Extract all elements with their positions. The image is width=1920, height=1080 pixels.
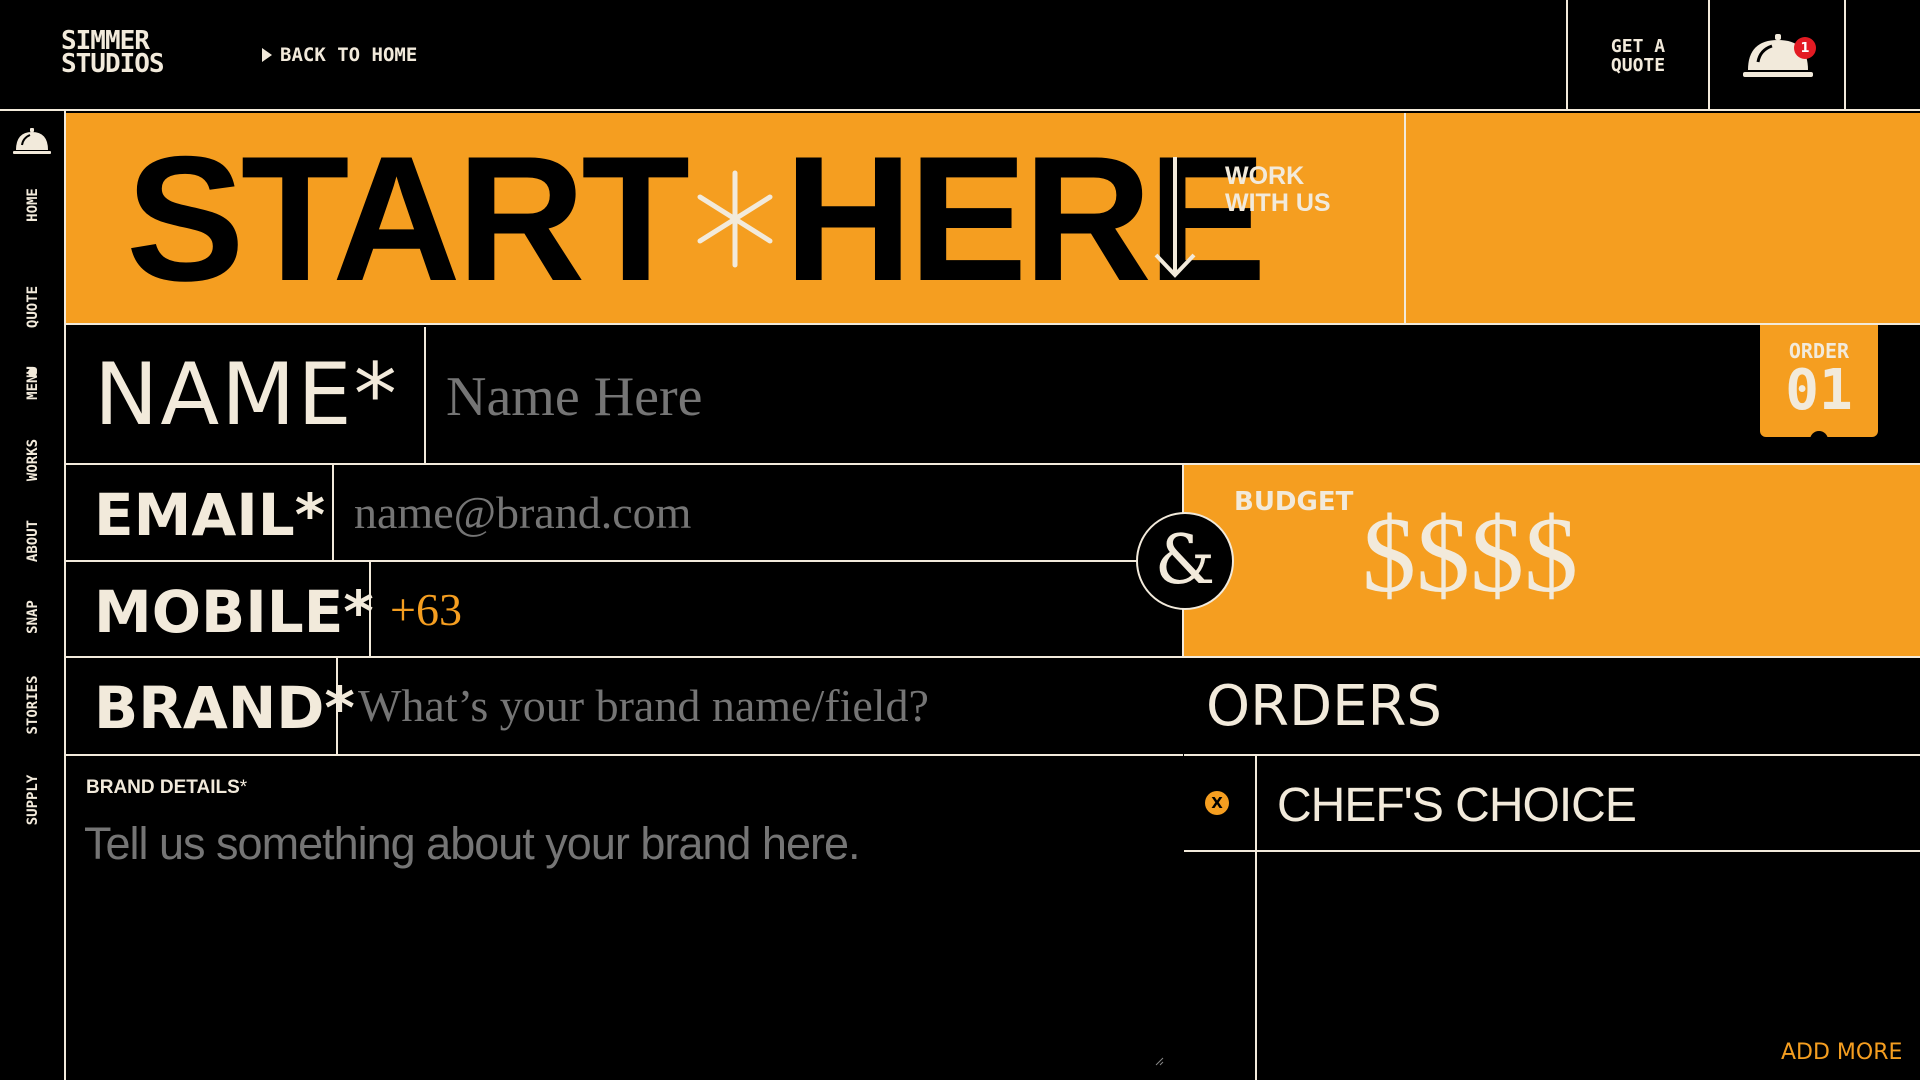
sidebar-item-about[interactable]: ABOUT — [25, 520, 41, 562]
order-tab-number: 01 — [1785, 358, 1853, 423]
divider — [369, 562, 371, 656]
name-row: NAME* — [66, 327, 1920, 465]
name-input[interactable] — [446, 357, 1746, 437]
back-to-home-link[interactable]: BACK TO HOME — [262, 44, 417, 66]
subtitle-line-1: WORK — [1225, 162, 1305, 190]
cloche-icon[interactable] — [12, 127, 52, 157]
subtitle-line-2: WITH US — [1225, 189, 1331, 217]
divider — [424, 327, 426, 463]
order-cloche-button[interactable] — [1710, 0, 1846, 111]
divider — [332, 465, 334, 560]
divider — [1844, 0, 1846, 111]
quote-line-1: GET A — [1610, 35, 1666, 57]
sidebar-item-works[interactable]: WORKS — [25, 439, 41, 481]
cart-count-badge: 1 — [1794, 37, 1816, 59]
sidebar-item-menu[interactable]: MENU — [25, 366, 41, 400]
sidebar-item-snap[interactable]: SNAP — [25, 600, 41, 634]
mobile-row: MOBILE* — [66, 562, 1183, 658]
required-mark: * — [239, 777, 248, 798]
details-label-text: BRAND DETAILS — [86, 777, 240, 798]
arrow-down-icon — [1154, 157, 1196, 278]
top-bar: SIMMER STUDIOS BACK TO HOME GET A QUOTE … — [0, 0, 1920, 111]
title-start: START — [126, 119, 690, 318]
name-label: NAME* — [94, 345, 399, 445]
order-item: X CHEF'S CHOICE — [1184, 756, 1920, 852]
sidebar-item-stories[interactable]: STORIES — [25, 675, 41, 734]
hero-subtitle: WORK WITH US — [1225, 163, 1331, 217]
sidebar: HOME QUOTE MENU WORKS ABOUT SNAP STORIES… — [0, 111, 66, 1080]
back-to-home-label: BACK TO HOME — [280, 44, 418, 66]
orders-header: ORDERS — [1184, 658, 1920, 756]
divider — [1404, 113, 1406, 325]
logo[interactable]: SIMMER STUDIOS — [61, 28, 165, 79]
divider — [336, 658, 338, 754]
brand-label: BRAND* — [94, 674, 355, 742]
email-row: EMAIL* — [66, 465, 1183, 562]
logo-line-2: STUDIOS — [61, 49, 165, 79]
asterisk-icon — [697, 170, 773, 268]
order-item-label: CHEF'S CHOICE — [1277, 779, 1637, 832]
brand-input[interactable] — [358, 672, 1158, 738]
mobile-label: MOBILE* — [94, 578, 374, 646]
get-a-quote-button[interactable]: GET A QUOTE — [1568, 0, 1708, 111]
mobile-input[interactable] — [390, 576, 1150, 642]
budget-panel: BUDGET $$$$ — [1183, 465, 1920, 658]
ampersand-badge: & — [1136, 512, 1234, 610]
order-number-tab: ORDER 01 — [1760, 325, 1878, 437]
quote-line-2: QUOTE — [1610, 54, 1666, 76]
divider — [1255, 852, 1257, 1080]
email-label: EMAIL* — [94, 481, 326, 549]
brand-details-textarea[interactable] — [84, 818, 1174, 1058]
brand-row: BRAND* — [66, 658, 1183, 756]
sidebar-item-quote[interactable]: QUOTE — [25, 286, 41, 328]
add-more-button[interactable]: ADD MORE — [1781, 1040, 1902, 1065]
sidebar-item-home[interactable]: HOME — [25, 188, 41, 222]
brand-details-section: BRAND DETAILS* — [66, 758, 1182, 1080]
play-arrow-icon — [262, 48, 272, 62]
orders-title: ORDERS — [1206, 674, 1442, 739]
divider — [1255, 756, 1257, 850]
remove-item-button[interactable]: X — [1205, 791, 1229, 815]
budget-value[interactable]: $$$$ — [1362, 501, 1578, 611]
email-input[interactable] — [354, 479, 1134, 545]
resize-handle-icon[interactable] — [1154, 1056, 1164, 1066]
brand-details-label: BRAND DETAILS* — [86, 777, 247, 799]
page-title: START HERE — [126, 119, 1267, 318]
hero-banner: START HERE WORK WITH US — [66, 113, 1920, 325]
sidebar-item-supply[interactable]: SUPPLY — [25, 775, 41, 826]
budget-label: BUDGET — [1234, 487, 1354, 517]
